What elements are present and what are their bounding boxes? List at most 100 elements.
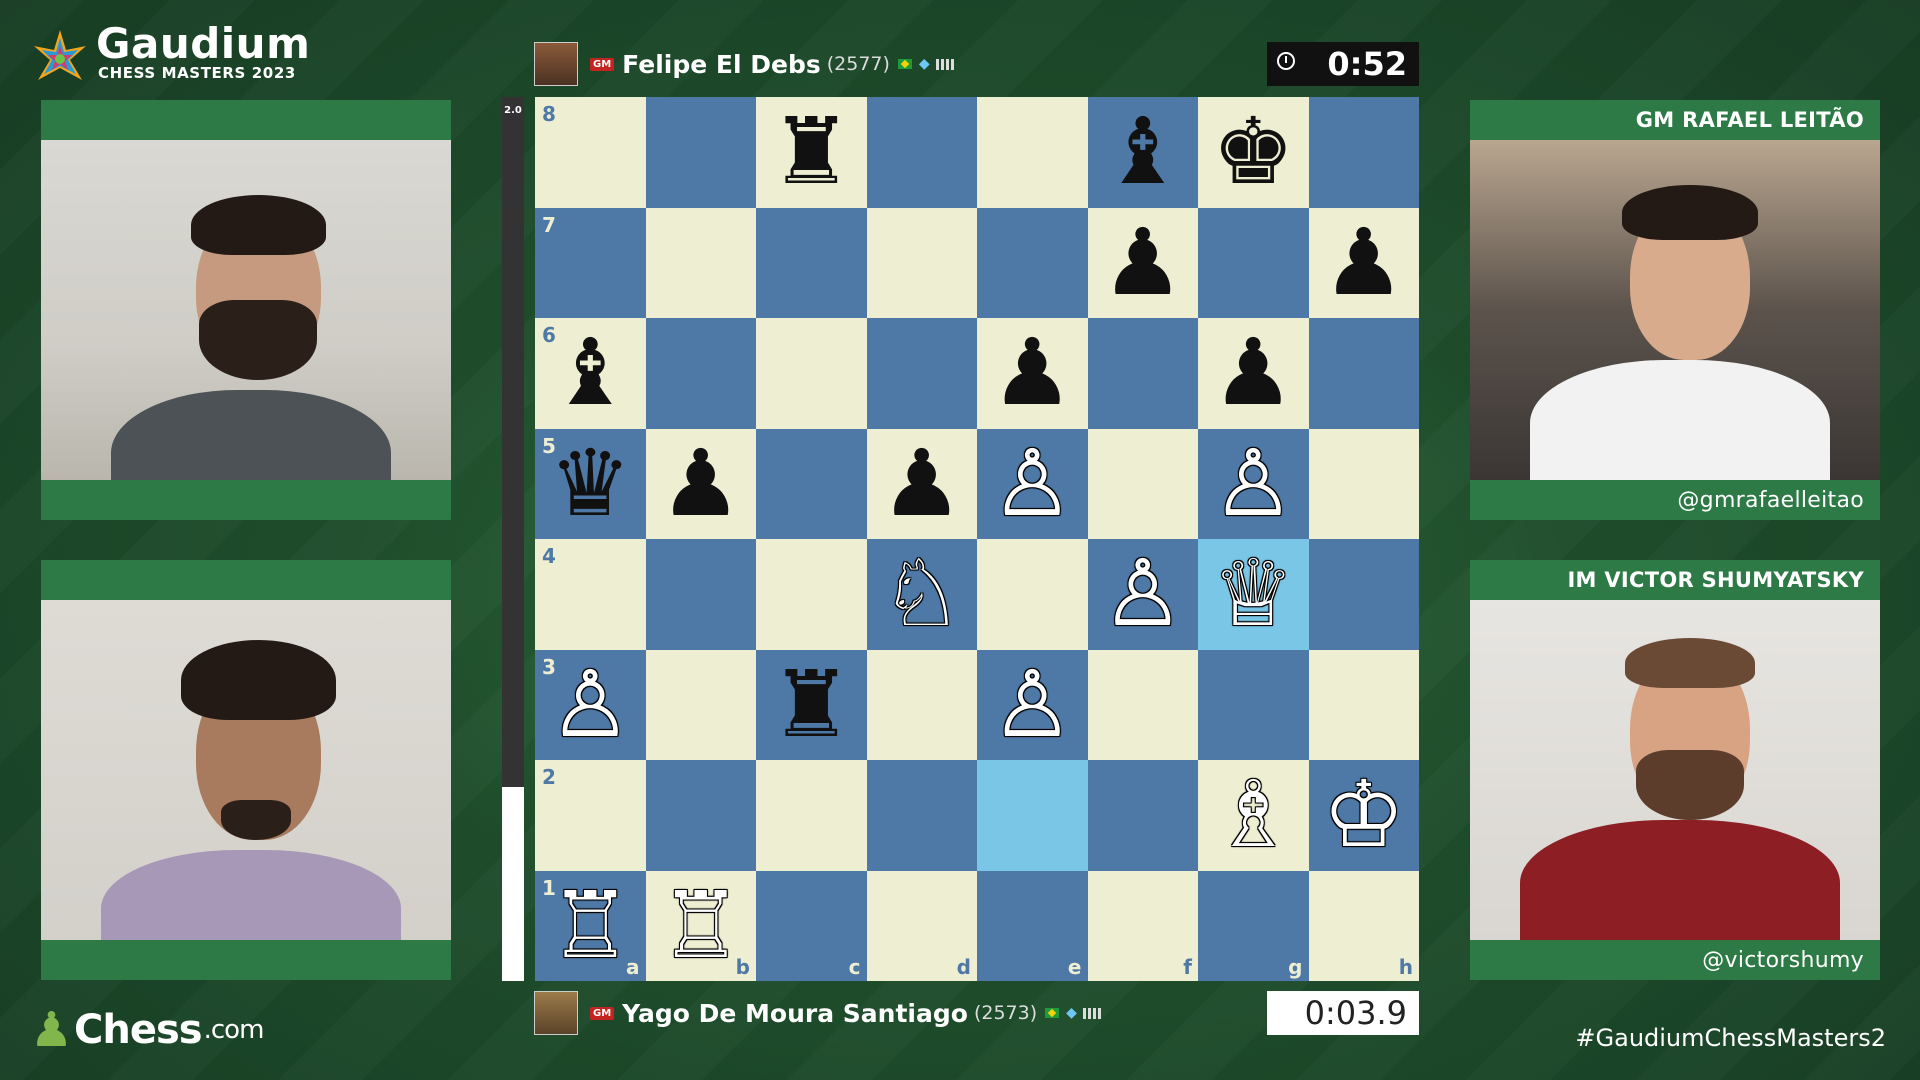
square-d8[interactable] bbox=[866, 97, 977, 208]
chesscom-logo[interactable]: ♟ Chess .com bbox=[30, 1002, 264, 1058]
player-name[interactable]: Felipe El Debs bbox=[622, 50, 821, 79]
square-g6[interactable]: ♟ bbox=[1198, 318, 1309, 429]
square-b6[interactable] bbox=[645, 318, 756, 429]
chess-piece[interactable]: ♙ bbox=[991, 437, 1073, 530]
chess-piece[interactable]: ♛ bbox=[549, 437, 631, 530]
square-d7[interactable] bbox=[866, 207, 977, 318]
square-e3[interactable]: ♙ bbox=[977, 649, 1088, 760]
player-name[interactable]: Yago De Moura Santiago bbox=[622, 999, 968, 1028]
chess-piece[interactable]: ♘ bbox=[881, 548, 963, 640]
square-g7[interactable] bbox=[1198, 207, 1309, 318]
square-f1[interactable]: f bbox=[1087, 870, 1198, 981]
chess-piece[interactable]: ♟ bbox=[991, 327, 1073, 419]
square-f7[interactable]: ♟ bbox=[1087, 207, 1198, 318]
square-e8[interactable] bbox=[977, 97, 1088, 208]
square-h5[interactable] bbox=[1308, 428, 1419, 539]
chess-piece[interactable]: ♟ bbox=[1102, 216, 1184, 309]
square-c2[interactable] bbox=[756, 760, 867, 871]
square-h4[interactable] bbox=[1308, 539, 1419, 650]
chess-piece[interactable]: ♖ bbox=[660, 879, 742, 972]
square-g1[interactable]: g bbox=[1198, 870, 1309, 981]
person-silhouette bbox=[101, 630, 401, 940]
square-a5[interactable]: ♛ 5 bbox=[535, 428, 646, 539]
square-g4[interactable]: ♕ bbox=[1198, 539, 1309, 650]
square-d2[interactable] bbox=[866, 760, 977, 871]
square-b1[interactable]: ♖ b bbox=[645, 870, 756, 981]
square-f2[interactable] bbox=[1087, 760, 1198, 871]
chess-board[interactable]: 8 ♜ ♝ ♚ 7 ♟ ♟ ♝ 6 ♟ ♟ ♛ 5 ♟ ♟ ♙ ♙ 4 ♘ ♙ ♕ ♙ 3 ♜ ♙ 2 ♗ ♔ ♖ 1 a ♖ b c d e f g h bbox=[535, 97, 1419, 981]
chess-piece[interactable]: ♙ bbox=[991, 658, 1073, 751]
chess-piece[interactable]: ♙ bbox=[1212, 437, 1294, 530]
chess-piece[interactable]: ♜ bbox=[770, 658, 852, 751]
square-e4[interactable] bbox=[977, 539, 1088, 650]
chess-piece[interactable]: ♕ bbox=[1212, 548, 1294, 640]
file-label: d bbox=[956, 955, 971, 979]
square-e2[interactable] bbox=[977, 760, 1088, 871]
chess-piece[interactable]: ♙ bbox=[549, 658, 631, 751]
square-c8[interactable]: ♜ bbox=[756, 97, 867, 208]
square-d6[interactable] bbox=[866, 318, 977, 429]
chess-piece[interactable]: ♙ bbox=[1102, 548, 1184, 640]
file-label: c bbox=[848, 955, 861, 979]
square-f3[interactable] bbox=[1087, 649, 1198, 760]
chess-piece[interactable]: ♟ bbox=[1212, 327, 1294, 419]
chess-piece[interactable]: ♟ bbox=[881, 437, 963, 530]
chess-piece[interactable]: ♖ bbox=[549, 879, 631, 972]
square-f4[interactable]: ♙ bbox=[1087, 539, 1198, 650]
chess-piece[interactable]: ♟ bbox=[1323, 216, 1405, 309]
chess-piece[interactable]: ♚ bbox=[1212, 106, 1294, 198]
square-e7[interactable] bbox=[977, 207, 1088, 318]
chess-piece[interactable]: ♝ bbox=[1102, 106, 1184, 198]
square-c7[interactable] bbox=[756, 207, 867, 318]
square-h2[interactable]: ♔ bbox=[1308, 760, 1419, 871]
chess-piece[interactable]: ♗ bbox=[1212, 769, 1294, 861]
square-h6[interactable] bbox=[1308, 318, 1419, 429]
chess-piece[interactable]: ♜ bbox=[770, 106, 852, 198]
chess-piece[interactable]: ♝ bbox=[549, 327, 631, 419]
square-d3[interactable] bbox=[866, 649, 977, 760]
square-d5[interactable]: ♟ bbox=[866, 428, 977, 539]
square-f6[interactable] bbox=[1087, 318, 1198, 429]
commentator-handle[interactable]: @gmrafaelleitao bbox=[1470, 480, 1880, 520]
square-g8[interactable]: ♚ bbox=[1198, 97, 1309, 208]
square-g2[interactable]: ♗ bbox=[1198, 760, 1309, 871]
square-c6[interactable] bbox=[756, 318, 867, 429]
square-b4[interactable] bbox=[645, 539, 756, 650]
square-e6[interactable]: ♟ bbox=[977, 318, 1088, 429]
square-b8[interactable] bbox=[645, 97, 756, 208]
square-a7[interactable]: 7 bbox=[535, 207, 646, 318]
chess-piece[interactable]: ♔ bbox=[1323, 769, 1405, 861]
square-d1[interactable]: d bbox=[866, 870, 977, 981]
square-a2[interactable]: 2 bbox=[535, 760, 646, 871]
square-e1[interactable]: e bbox=[977, 870, 1088, 981]
square-b3[interactable] bbox=[645, 649, 756, 760]
player-avatar[interactable] bbox=[534, 991, 578, 1035]
square-b7[interactable] bbox=[645, 207, 756, 318]
commentator-handle[interactable]: @victorshumy bbox=[1470, 940, 1880, 980]
square-f8[interactable]: ♝ bbox=[1087, 97, 1198, 208]
square-a8[interactable]: 8 bbox=[535, 97, 646, 208]
square-b5[interactable]: ♟ bbox=[645, 428, 756, 539]
square-h8[interactable] bbox=[1308, 97, 1419, 208]
square-h3[interactable] bbox=[1308, 649, 1419, 760]
player-avatar[interactable] bbox=[534, 42, 578, 86]
square-e5[interactable]: ♙ bbox=[977, 428, 1088, 539]
chess-piece[interactable]: ♟ bbox=[660, 437, 742, 530]
square-a6[interactable]: ♝ 6 bbox=[535, 318, 646, 429]
square-h7[interactable]: ♟ bbox=[1308, 207, 1419, 318]
square-g5[interactable]: ♙ bbox=[1198, 428, 1309, 539]
square-c1[interactable]: c bbox=[756, 870, 867, 981]
square-d4[interactable]: ♘ bbox=[866, 539, 977, 650]
brand-name: Gaudium bbox=[96, 19, 311, 68]
square-g3[interactable] bbox=[1198, 649, 1309, 760]
square-a1[interactable]: ♖ 1 a bbox=[535, 870, 646, 981]
square-c3[interactable]: ♜ bbox=[756, 649, 867, 760]
square-b2[interactable] bbox=[645, 760, 756, 871]
square-c5[interactable] bbox=[756, 428, 867, 539]
square-h1[interactable]: h bbox=[1308, 870, 1419, 981]
square-a3[interactable]: ♙ 3 bbox=[535, 649, 646, 760]
square-a4[interactable]: 4 bbox=[535, 539, 646, 650]
cam-feed bbox=[1470, 600, 1880, 940]
square-f5[interactable] bbox=[1087, 428, 1198, 539]
square-c4[interactable] bbox=[756, 539, 867, 650]
